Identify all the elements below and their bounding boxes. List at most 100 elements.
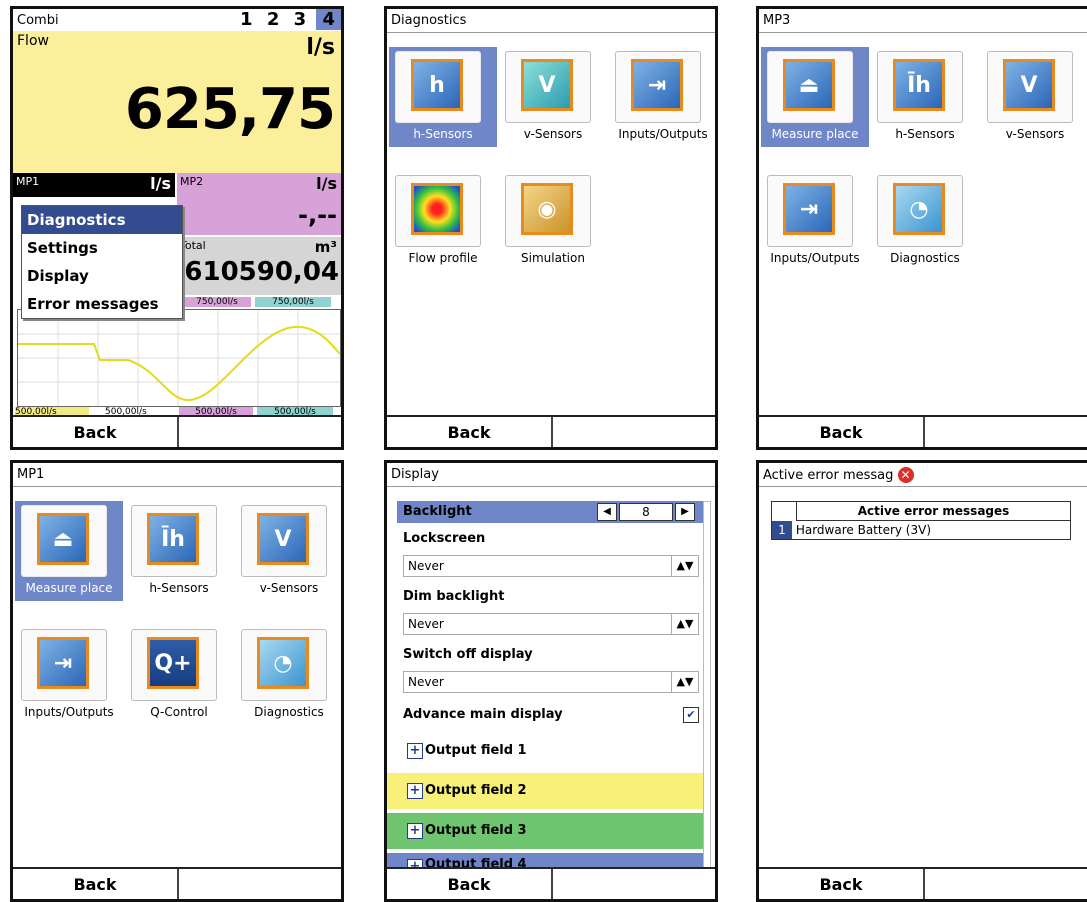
- tile-label: h-Sensors: [895, 127, 955, 141]
- dim-backlight-value: Never: [408, 617, 444, 631]
- switch-off-value: Never: [408, 675, 444, 689]
- q-control-icon: Q+: [147, 637, 199, 689]
- tile-label: Measure place: [771, 127, 859, 141]
- trend-chart: [17, 309, 341, 407]
- table-row[interactable]: 1 Hardware Battery (3V): [772, 521, 1070, 539]
- tile-diagnostics[interactable]: ◔ Diagnostics: [235, 625, 341, 725]
- back-button[interactable]: Back: [387, 417, 551, 447]
- tile-label: h-Sensors: [149, 581, 209, 595]
- backlight-value: 8: [619, 503, 673, 521]
- advance-main-display-checkbox[interactable]: ✔: [683, 707, 699, 723]
- page-tab-3[interactable]: 3: [290, 9, 311, 30]
- output-field-3[interactable]: + Output field 3: [387, 813, 705, 849]
- context-menu: Diagnostics Settings Display Error messa…: [21, 205, 183, 319]
- expand-icon: +: [407, 823, 423, 839]
- row-text: Hardware Battery (3V): [795, 523, 932, 537]
- tile-inputs-outputs[interactable]: ⇥ Inputs/Outputs: [761, 171, 869, 271]
- output-field-label: Output field 3: [425, 823, 527, 838]
- softkey-right[interactable]: [551, 417, 715, 447]
- softkey-right[interactable]: [923, 869, 1087, 899]
- tile-v-sensors[interactable]: V v-Sensors: [235, 501, 341, 601]
- softkey-right[interactable]: [551, 869, 715, 899]
- simulation-icon: ◉: [521, 183, 573, 235]
- dim-backlight-select[interactable]: Never ▲▼: [403, 613, 699, 635]
- flow-unit: l/s: [306, 35, 335, 60]
- softkey-right[interactable]: [177, 417, 341, 447]
- lockscreen-label: Lockscreen: [403, 531, 486, 546]
- legend-top-1: 750,00l/s: [183, 297, 251, 307]
- flow-value: 625,75: [124, 77, 336, 142]
- tile-label: Q-Control: [150, 705, 208, 719]
- softkeys: Back: [13, 867, 341, 899]
- total-unit: m³: [314, 238, 337, 256]
- output-field-1[interactable]: + Output field 1: [387, 733, 705, 769]
- dim-backlight-label: Dim backlight: [403, 589, 505, 604]
- output-field-2[interactable]: + Output field 2: [387, 773, 705, 809]
- back-button[interactable]: Back: [13, 869, 177, 899]
- menu-item-display[interactable]: Display: [22, 262, 182, 290]
- back-button[interactable]: Back: [759, 417, 923, 447]
- select-arrows-icon: ▲▼: [671, 672, 698, 692]
- row-number: 1: [772, 521, 792, 539]
- tile-measure-place[interactable]: ⏏ Measure place: [15, 501, 123, 601]
- mp2-box: MP2 l/s -,--: [177, 173, 341, 235]
- back-button[interactable]: Back: [759, 869, 923, 899]
- page-tab-1[interactable]: 1: [236, 9, 257, 30]
- tile-inputs-outputs[interactable]: ⇥ Inputs/Outputs: [15, 625, 123, 725]
- switch-off-select[interactable]: Never ▲▼: [403, 671, 699, 693]
- h-sensor-icon: Īh: [893, 59, 945, 111]
- tile-label: h-Sensors: [413, 127, 473, 141]
- tile-h-sensors[interactable]: Īh h-Sensors: [125, 501, 233, 601]
- v-sensor-icon: V: [257, 513, 309, 565]
- v-sensor-icon: V: [1003, 59, 1055, 111]
- tile-h-sensors[interactable]: h h-Sensors: [389, 47, 497, 147]
- page-tab-4[interactable]: 4: [316, 9, 341, 30]
- softkeys: Back: [13, 415, 341, 447]
- mp1-panel: MP1 ⏏ Measure place Īh h-Sensors V v-Sen…: [10, 460, 344, 902]
- mp2-unit: l/s: [316, 174, 337, 193]
- tile-inputs-outputs[interactable]: ⇥ Inputs/Outputs: [609, 47, 715, 147]
- menu-item-error-messages[interactable]: Error messages: [22, 290, 182, 318]
- panel-title: Display: [387, 463, 715, 487]
- output-field-label: Output field 2: [425, 783, 527, 798]
- trend-graph: [18, 310, 341, 406]
- error-icon: ✕: [897, 467, 914, 483]
- flow-display: Flow l/s 625,75: [13, 31, 341, 173]
- back-button[interactable]: Back: [13, 417, 177, 447]
- tile-q-control[interactable]: Q+ Q-Control: [125, 625, 233, 725]
- tile-label: Inputs/Outputs: [618, 127, 708, 141]
- combi-panel: Combi 1 2 3 4 Flow l/s 625,75 MP1 l/s MP…: [10, 6, 344, 450]
- lockscreen-select[interactable]: Never ▲▼: [403, 555, 699, 577]
- menu-item-settings[interactable]: Settings: [22, 234, 182, 262]
- tile-flow-profile[interactable]: Flow profile: [389, 171, 497, 271]
- tile-v-sensors[interactable]: V v-Sensors: [981, 47, 1087, 147]
- panel-title: Combi: [17, 13, 59, 28]
- tile-v-sensors[interactable]: V v-Sensors: [499, 47, 607, 147]
- page-tabs: 1 2 3 4: [236, 9, 341, 30]
- back-button[interactable]: Back: [387, 869, 551, 899]
- backlight-label: Backlight: [403, 504, 472, 519]
- tile-measure-place[interactable]: ⏏ Measure place: [761, 47, 869, 147]
- tile-h-sensors[interactable]: Īh h-Sensors: [871, 47, 979, 147]
- diagnostics-icon: ◔: [893, 183, 945, 235]
- softkey-right[interactable]: [923, 417, 1087, 447]
- table-header: Active error messages: [796, 502, 1070, 521]
- tile-label: Diagnostics: [890, 251, 960, 265]
- panel-title: Active error messag: [763, 468, 894, 483]
- expand-icon: +: [407, 743, 423, 759]
- inputs-outputs-icon: ⇥: [631, 59, 683, 111]
- softkey-right[interactable]: [177, 869, 341, 899]
- total-value: 610590,04: [184, 257, 339, 287]
- menu-item-diagnostics[interactable]: Diagnostics: [22, 206, 182, 234]
- backlight-decrease-button[interactable]: ◀: [597, 503, 617, 521]
- diagnostics-icon: ◔: [257, 637, 309, 689]
- tile-label: Inputs/Outputs: [770, 251, 860, 265]
- v-sensor-icon: V: [521, 59, 573, 111]
- tile-diagnostics[interactable]: ◔ Diagnostics: [871, 171, 979, 271]
- h-sensor-icon: h: [411, 59, 463, 111]
- measure-place-icon: ⏏: [37, 513, 89, 565]
- tile-simulation[interactable]: ◉ Simulation: [499, 171, 607, 271]
- scrollbar[interactable]: [703, 501, 711, 873]
- page-tab-2[interactable]: 2: [263, 9, 284, 30]
- backlight-increase-button[interactable]: ▶: [675, 503, 695, 521]
